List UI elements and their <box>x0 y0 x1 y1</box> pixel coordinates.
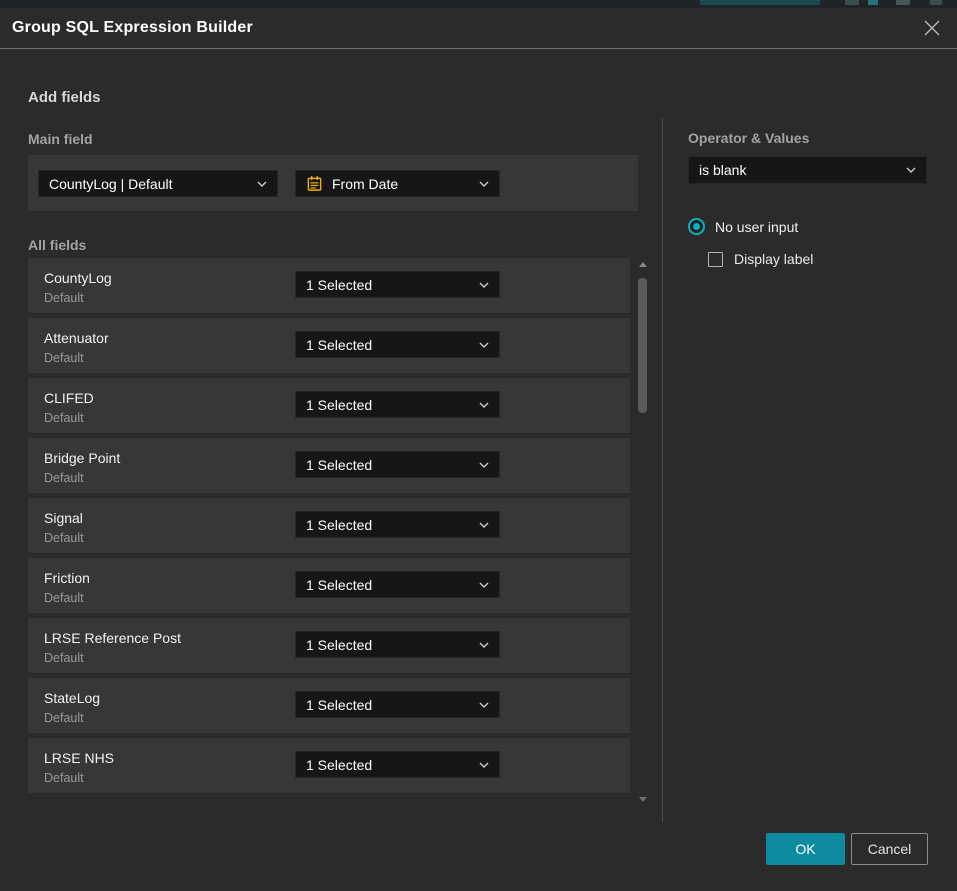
no-user-input-radio[interactable]: No user input <box>688 218 798 235</box>
field-row-lrse-nhs[interactable]: LRSE NHS Default 1 Selected <box>28 738 630 793</box>
field-selection-value: 1 Selected <box>306 637 473 653</box>
field-name: LRSE Reference Post <box>44 630 181 646</box>
list-scrollbar[interactable] <box>636 258 650 808</box>
main-field-layer-select-value: CountyLog | Default <box>49 176 251 192</box>
field-subtitle: Default <box>44 531 84 545</box>
add-fields-heading: Add fields <box>28 89 101 106</box>
checkbox-unchecked-icon <box>708 252 723 267</box>
all-fields-list: CountyLog Default 1 Selected Attenuator … <box>28 258 630 808</box>
all-fields-label: All fields <box>28 237 86 253</box>
chevron-down-icon <box>257 181 267 187</box>
field-name: Friction <box>44 570 90 586</box>
field-name: Bridge Point <box>44 450 120 466</box>
scroll-down-icon[interactable] <box>639 797 647 802</box>
field-row-countylog[interactable]: CountyLog Default 1 Selected <box>28 258 630 313</box>
field-selection-value: 1 Selected <box>306 577 473 593</box>
background-app-fragment <box>700 0 820 5</box>
ok-button[interactable]: OK <box>766 833 845 865</box>
field-name: LRSE NHS <box>44 750 114 766</box>
field-selection-select[interactable]: 1 Selected <box>295 511 500 538</box>
field-subtitle: Default <box>44 711 84 725</box>
field-row-friction[interactable]: Friction Default 1 Selected <box>28 558 630 613</box>
chevron-down-icon <box>479 582 489 588</box>
field-selection-select[interactable]: 1 Selected <box>295 271 500 298</box>
calendar-icon <box>306 175 323 192</box>
chevron-down-icon <box>479 181 489 187</box>
field-row-lrse-reference-post[interactable]: LRSE Reference Post Default 1 Selected <box>28 618 630 673</box>
screen: Group SQL Expression Builder Add fields … <box>0 0 957 891</box>
chevron-down-icon <box>479 522 489 528</box>
background-app-fragment <box>845 0 859 5</box>
group-sql-expression-builder-dialog: Group SQL Expression Builder Add fields … <box>0 8 957 891</box>
background-app-fragment <box>930 0 942 5</box>
field-row-statelog[interactable]: StateLog Default 1 Selected <box>28 678 630 733</box>
background-app-fragment <box>868 0 878 5</box>
chevron-down-icon <box>479 702 489 708</box>
field-selection-select[interactable]: 1 Selected <box>295 571 500 598</box>
chevron-down-icon <box>479 642 489 648</box>
field-row-signal[interactable]: Signal Default 1 Selected <box>28 498 630 553</box>
field-subtitle: Default <box>44 591 84 605</box>
field-subtitle: Default <box>44 291 84 305</box>
field-selection-value: 1 Selected <box>306 277 473 293</box>
field-subtitle: Default <box>44 471 84 485</box>
main-field-field-select-value: From Date <box>332 176 473 192</box>
chevron-down-icon <box>479 282 489 288</box>
chevron-down-icon <box>479 402 489 408</box>
field-selection-value: 1 Selected <box>306 697 473 713</box>
close-icon[interactable] <box>921 17 943 39</box>
field-name: Attenuator <box>44 330 109 346</box>
panel-divider <box>662 118 663 822</box>
display-label-checkbox[interactable]: Display label <box>708 251 813 267</box>
field-row-attenuator[interactable]: Attenuator Default 1 Selected <box>28 318 630 373</box>
main-field-layer-select[interactable]: CountyLog | Default <box>38 170 278 197</box>
scrollbar-thumb[interactable] <box>638 278 647 413</box>
field-selection-select[interactable]: 1 Selected <box>295 631 500 658</box>
background-app-strip <box>0 0 957 8</box>
display-label-label: Display label <box>734 251 813 267</box>
field-selection-value: 1 Selected <box>306 337 473 353</box>
dialog-titlebar: Group SQL Expression Builder <box>0 8 957 49</box>
field-row-bridge-point[interactable]: Bridge Point Default 1 Selected <box>28 438 630 493</box>
no-user-input-label: No user input <box>715 219 798 235</box>
main-field-panel: CountyLog | Default From Date <box>28 155 638 211</box>
field-row-clifed[interactable]: CLIFED Default 1 Selected <box>28 378 630 433</box>
field-selection-value: 1 Selected <box>306 457 473 473</box>
field-name: CountyLog <box>44 270 112 286</box>
field-selection-value: 1 Selected <box>306 517 473 533</box>
operator-select-value: is blank <box>699 162 900 178</box>
field-selection-select[interactable]: 1 Selected <box>295 331 500 358</box>
main-field-field-select[interactable]: From Date <box>295 170 500 197</box>
field-name: CLIFED <box>44 390 94 406</box>
chevron-down-icon <box>906 167 916 173</box>
field-subtitle: Default <box>44 651 84 665</box>
field-selection-select[interactable]: 1 Selected <box>295 691 500 718</box>
field-subtitle: Default <box>44 771 84 785</box>
main-field-label: Main field <box>28 131 93 147</box>
radio-selected-icon <box>688 218 705 235</box>
chevron-down-icon <box>479 762 489 768</box>
chevron-down-icon <box>479 462 489 468</box>
background-app-fragment <box>896 0 910 5</box>
operator-select[interactable]: is blank <box>688 156 927 184</box>
cancel-button[interactable]: Cancel <box>851 833 928 865</box>
field-selection-select[interactable]: 1 Selected <box>295 451 500 478</box>
dialog-title: Group SQL Expression Builder <box>12 19 253 37</box>
field-selection-select[interactable]: 1 Selected <box>295 751 500 778</box>
field-selection-value: 1 Selected <box>306 397 473 413</box>
field-selection-select[interactable]: 1 Selected <box>295 391 500 418</box>
field-subtitle: Default <box>44 411 84 425</box>
chevron-down-icon <box>479 342 489 348</box>
field-subtitle: Default <box>44 351 84 365</box>
field-name: StateLog <box>44 690 100 706</box>
field-name: Signal <box>44 510 83 526</box>
field-selection-value: 1 Selected <box>306 757 473 773</box>
operator-values-heading: Operator & Values <box>688 130 809 146</box>
scroll-up-icon[interactable] <box>639 262 647 267</box>
